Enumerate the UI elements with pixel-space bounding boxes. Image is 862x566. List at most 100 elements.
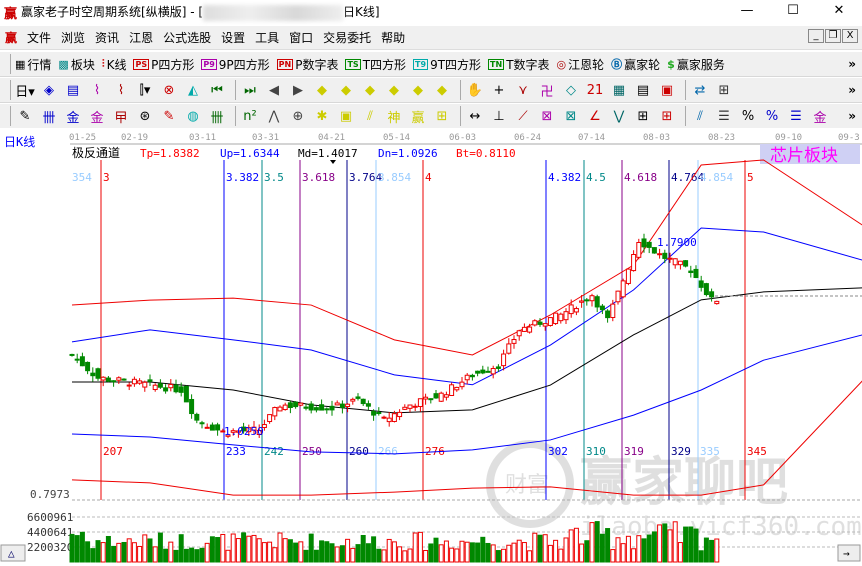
toolbar3-tool-icon[interactable]: n² xyxy=(240,109,260,124)
toolbar2-tool-icon[interactable]: 日▾ xyxy=(15,81,35,100)
toolbar3-tool-icon[interactable]: ⊠ xyxy=(561,109,581,124)
toolbar2-tool-icon[interactable]: ⊞ xyxy=(714,83,734,98)
toolbar2-tool-icon[interactable]: ⋎ xyxy=(513,83,533,98)
toolbar3-tool-icon[interactable]: ☰ xyxy=(714,109,734,124)
toolbar2-tool-icon[interactable]: ◆ xyxy=(384,83,404,98)
toolbar3-tool-icon[interactable]: ✎ xyxy=(15,109,35,124)
menu-item-8[interactable]: 交易委托 xyxy=(318,29,376,46)
toolbar3-tool-icon[interactable]: % xyxy=(762,109,782,124)
menu-item-6[interactable]: 工具 xyxy=(250,29,284,46)
toolbar2-tool-icon[interactable]: ◆ xyxy=(432,83,452,98)
more-chevron-icon[interactable]: » xyxy=(848,109,856,123)
toolbar3-tool-icon[interactable]: 金 xyxy=(87,107,107,126)
toolbar3-tool-icon[interactable]: ✱ xyxy=(312,109,332,124)
toolbar2-tool-icon[interactable]: ◀ xyxy=(264,83,284,98)
toolbar3-tool-icon[interactable]: ⊞ xyxy=(432,109,452,124)
toolbar3-tool-icon[interactable]: ⫽ xyxy=(360,109,380,124)
toolbar3-tool-icon[interactable]: 金 xyxy=(810,107,830,126)
toolbar3-tool-icon[interactable]: ✎ xyxy=(159,109,179,124)
close-button[interactable]: ✕ xyxy=(816,0,862,22)
toolbar3-tool-icon[interactable]: ⊞ xyxy=(633,109,653,124)
more-chevron-icon[interactable]: » xyxy=(848,57,856,71)
toolbar-button-赢家轮[interactable]: Ⓑ 赢家轮 xyxy=(611,56,660,73)
candle xyxy=(693,268,699,279)
toolbar2-tool-icon[interactable]: 21 xyxy=(585,83,605,98)
menu-item-1[interactable]: 浏览 xyxy=(56,29,90,46)
toolbar2-tool-icon[interactable]: ▣ xyxy=(657,83,677,98)
menu-item-4[interactable]: 公式选股 xyxy=(158,29,216,46)
toolbar-button-江恩轮[interactable]: ◎ 江恩轮 xyxy=(557,56,605,73)
toolbar3-tool-icon[interactable]: 曱 xyxy=(111,107,131,126)
toolbar3-tool-icon[interactable]: 卌 xyxy=(39,107,59,126)
toolbar2-tool-icon[interactable]: ▤ xyxy=(633,83,653,98)
toolbar3-tool-icon[interactable]: ⊥ xyxy=(489,109,509,124)
menu-item-7[interactable]: 窗口 xyxy=(284,29,318,46)
menu-item-2[interactable]: 资讯 xyxy=(90,29,124,46)
toolbar2-tool-icon[interactable]: ◆ xyxy=(312,83,332,98)
toolbar2-tool-icon[interactable]: ◈ xyxy=(39,83,59,98)
toolbar-button-T数字表[interactable]: TN T数字表 xyxy=(488,56,550,73)
toolbar-button-板块[interactable]: ▩ 板块 xyxy=(58,56,94,73)
toolbar2-tool-icon[interactable]: ⫿▾ xyxy=(135,83,155,98)
toolbar-button-行情[interactable]: ▦ 行情 xyxy=(15,56,51,73)
toolbar2-tool-icon[interactable]: ⌇ xyxy=(87,83,107,98)
toolbar3-tool-icon[interactable]: 赢 xyxy=(408,107,428,126)
toolbar3-tool-icon[interactable]: ⊞ xyxy=(657,109,677,124)
volume-bar xyxy=(688,526,694,563)
toolbar3-tool-icon[interactable]: ⊠ xyxy=(537,109,557,124)
toolbar3-tool-icon[interactable]: 金 xyxy=(63,107,83,126)
toolbar3-tool-icon[interactable]: ↔ xyxy=(465,109,485,124)
toolbar-button-P四方形[interactable]: PS P四方形 xyxy=(133,56,194,73)
toolbar3-tool-icon[interactable]: ⊛ xyxy=(135,109,155,124)
mdi-close-button[interactable]: X xyxy=(842,29,858,43)
toolbar2-tool-icon[interactable]: ◭ xyxy=(183,83,203,98)
toolbar3-tool-icon[interactable]: ☰ xyxy=(786,109,806,124)
toolbar3-tool-icon[interactable]: % xyxy=(738,109,758,124)
toolbar2-tool-icon[interactable]: ▤ xyxy=(63,83,83,98)
toolbar2-tool-icon[interactable]: ⊗ xyxy=(159,83,179,98)
period-label[interactable]: 日K线 xyxy=(4,135,35,149)
toolbar3-tool-icon[interactable]: ▣ xyxy=(336,109,356,124)
toolbar-button-9T四方形[interactable]: T9 9T四方形 xyxy=(413,56,481,73)
toolbar2-tool-icon[interactable]: ◆ xyxy=(408,83,428,98)
toolbar-button-T四方形[interactable]: TS T四方形 xyxy=(345,56,406,73)
toolbar2-tool-icon[interactable]: 卍 xyxy=(537,81,557,100)
mdi-minimize-button[interactable]: _ xyxy=(808,29,824,43)
toolbar2-tool-icon[interactable]: ⏮ xyxy=(207,83,227,98)
toolbar2-tool-icon[interactable]: ⇄ xyxy=(690,83,710,98)
toolbar3-tool-icon[interactable]: ∠ xyxy=(585,109,605,124)
toolbar2-tool-icon[interactable]: ◆ xyxy=(336,83,356,98)
toolbar2-tool-icon[interactable]: + xyxy=(489,83,509,98)
toolbar2-tool-icon[interactable]: ◇ xyxy=(561,83,581,98)
menu-item-3[interactable]: 江恩 xyxy=(124,29,158,46)
kline-chart[interactable]: 01-25 02-19 03-11 03-31 04-21 05-14 06-03 06-24… xyxy=(0,128,862,563)
toolbar2-tool-icon[interactable]: ▦ xyxy=(609,83,629,98)
more-chevron-icon[interactable]: » xyxy=(848,83,856,97)
toolbar2-tool-icon[interactable]: ⏭ xyxy=(240,83,260,98)
toolbar3-tool-icon[interactable]: ⟋ xyxy=(513,109,533,124)
toolbar3-tool-icon[interactable]: ⋁ xyxy=(609,109,629,124)
toolbar-button-K线[interactable]: ⫶ K线 xyxy=(102,56,127,73)
toolbar2-tool-icon[interactable]: ⌇ xyxy=(111,83,131,98)
menu-item-5[interactable]: 设置 xyxy=(216,29,250,46)
toolbar2-tool-icon[interactable]: ✋ xyxy=(465,83,485,98)
toolbar3-tool-icon[interactable]: ⊕ xyxy=(288,109,308,124)
maximize-button[interactable]: ☐ xyxy=(770,0,816,22)
toolbar3-tool-icon[interactable]: ◍ xyxy=(183,109,203,124)
toolbar2-tool-icon[interactable]: ▶ xyxy=(288,83,308,98)
menu-item-9[interactable]: 帮助 xyxy=(376,29,410,46)
toolbar-button-P数字表[interactable]: PN P数字表 xyxy=(276,56,338,73)
toolbar2-tool-icon[interactable]: ◆ xyxy=(360,83,380,98)
candle xyxy=(459,381,465,388)
menu-item-0[interactable]: 文件 xyxy=(22,29,56,46)
candle xyxy=(402,406,408,410)
mdi-restore-button[interactable]: ❐ xyxy=(825,29,841,43)
toolbar-button-9P四方形[interactable]: P9 9P四方形 xyxy=(201,56,270,73)
toolbar3-tool-icon[interactable]: ⋀ xyxy=(264,109,284,124)
toolbar3-tool-icon[interactable]: 神 xyxy=(384,107,404,126)
candle xyxy=(397,411,403,418)
toolbar3-tool-icon[interactable]: ⫽ xyxy=(690,109,710,124)
toolbar-button-赢家服务[interactable]: $ 赢家服务 xyxy=(667,56,725,73)
minimize-button[interactable]: — xyxy=(724,0,770,22)
toolbar3-tool-icon[interactable]: 卌 xyxy=(207,107,227,126)
